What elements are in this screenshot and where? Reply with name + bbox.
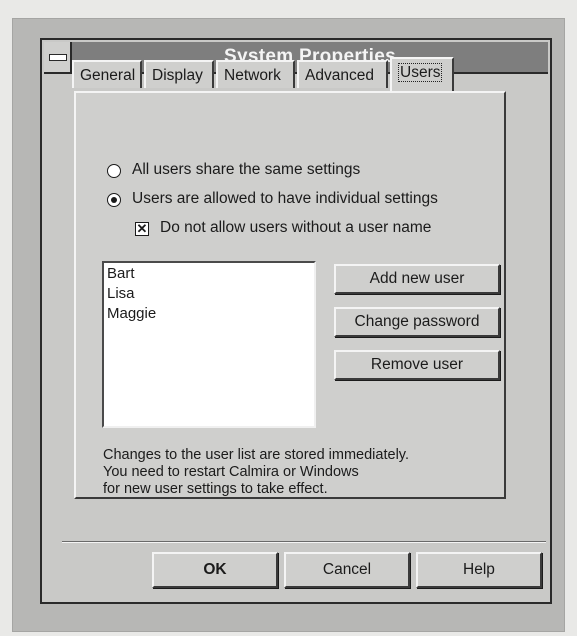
radio-individual-settings[interactable] — [107, 193, 121, 207]
tab-network[interactable]: Network — [216, 60, 295, 88]
checkbox-require-user-name[interactable]: ✕ — [135, 222, 149, 236]
info-note-line: for new user settings to take effect. — [103, 481, 328, 497]
ok-button[interactable]: OK — [152, 552, 278, 588]
system-menu-button[interactable] — [44, 42, 72, 72]
tab-label: Network — [224, 67, 281, 84]
divider — [62, 541, 546, 543]
help-button[interactable]: Help — [416, 552, 542, 588]
info-note-line: You need to restart Calmira or Windows — [103, 464, 359, 480]
tab-users[interactable]: Users — [390, 57, 454, 91]
add-new-user-button[interactable]: Add new user — [334, 264, 500, 294]
tab-label: Users — [398, 63, 443, 82]
radio-shared-settings[interactable] — [107, 164, 121, 178]
list-item[interactable]: Bart — [107, 264, 311, 284]
radio-shared-settings-label[interactable]: All users share the same settings — [132, 161, 360, 179]
tab-label: Advanced — [305, 67, 374, 84]
list-item[interactable]: Lisa — [107, 284, 311, 304]
system-menu-icon — [49, 54, 67, 61]
remove-user-button[interactable]: Remove user — [334, 350, 500, 380]
cancel-button[interactable]: Cancel — [284, 552, 410, 588]
info-note: Changes to the user list are stored imme… — [103, 447, 409, 498]
users-listbox[interactable]: Bart Lisa Maggie — [102, 261, 316, 428]
checkbox-require-user-name-label[interactable]: Do not allow users without a user name — [160, 219, 431, 237]
tab-advanced[interactable]: Advanced — [297, 60, 388, 88]
tab-general[interactable]: General — [72, 60, 142, 88]
tab-display[interactable]: Display — [144, 60, 214, 88]
list-item[interactable]: Maggie — [107, 304, 311, 324]
change-password-button[interactable]: Change password — [334, 307, 500, 337]
info-note-line: Changes to the user list are stored imme… — [103, 447, 409, 463]
tab-label: Display — [152, 67, 203, 84]
radio-individual-settings-label[interactable]: Users are allowed to have individual set… — [132, 190, 438, 208]
tab-label: General — [80, 67, 136, 84]
